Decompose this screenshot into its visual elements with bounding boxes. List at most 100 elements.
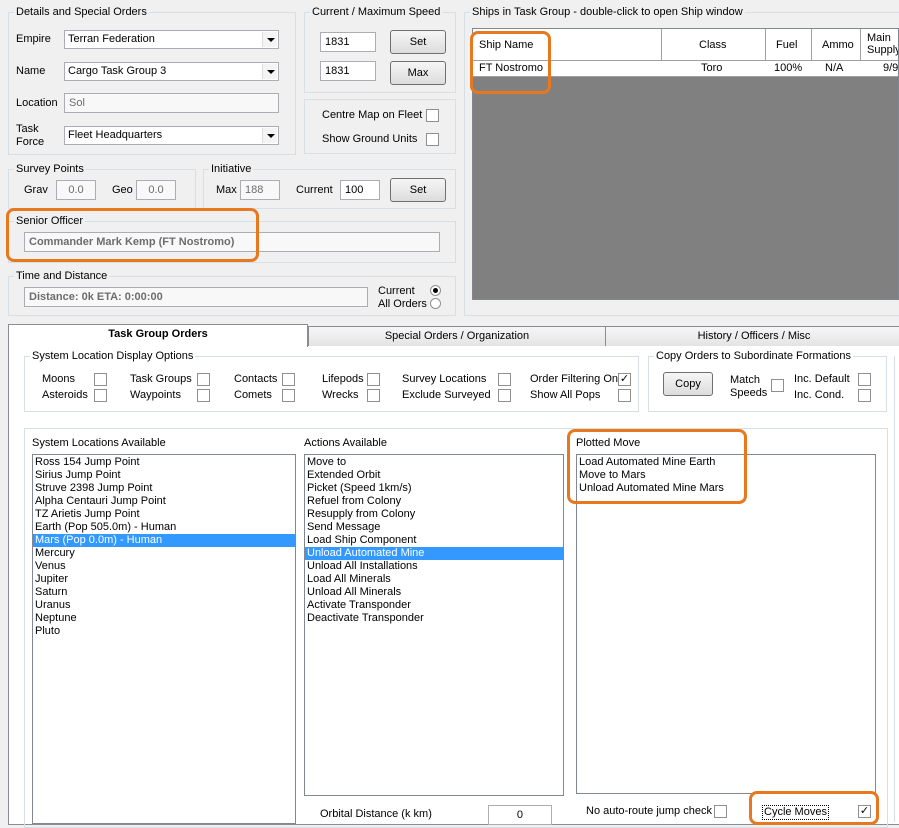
lifepods-checkbox[interactable] <box>367 373 380 386</box>
name-select[interactable]: Cargo Task Group 3 <box>64 62 279 81</box>
time-current-label: Current <box>378 285 415 297</box>
set-speed-button[interactable]: Set <box>390 30 446 54</box>
senior-officer-field[interactable]: Commander Mark Kemp (FT Nostromo) <box>24 232 440 252</box>
plotted-item[interactable]: Unload Automated Mine Mars <box>577 482 875 495</box>
locations-title: System Locations Available <box>32 437 166 449</box>
survey-locations-checkbox[interactable] <box>498 373 511 386</box>
action-item[interactable]: Activate Transponder <box>305 599 563 612</box>
tab-task-group-orders[interactable]: Task Group Orders <box>8 324 308 347</box>
location-item[interactable]: Venus <box>33 560 295 573</box>
actions-list[interactable]: Move to Extended Orbit Picket (Speed 1km… <box>304 454 564 796</box>
no-autoroute-label: No auto-route jump check <box>586 805 712 817</box>
inc-default-checkbox[interactable] <box>858 373 871 386</box>
asteroids-label: Asteroids <box>42 389 88 401</box>
plotted-item[interactable]: Move to Mars <box>577 469 875 482</box>
chevron-down-icon[interactable] <box>262 128 277 143</box>
location-item[interactable]: Saturn <box>33 586 295 599</box>
location-item[interactable]: Mercury <box>33 547 295 560</box>
location-item[interactable]: Uranus <box>33 599 295 612</box>
wrecks-label: Wrecks <box>322 389 359 401</box>
time-all-orders-radio[interactable] <box>430 298 441 309</box>
distance-eta-field: Distance: 0k ETA: 0:00:00 <box>24 287 368 307</box>
asteroids-checkbox[interactable] <box>94 389 107 402</box>
initiative-current-input[interactable]: 100 <box>340 180 380 200</box>
copy-button[interactable]: Copy <box>663 372 713 396</box>
chevron-down-icon[interactable] <box>262 64 277 79</box>
comets-checkbox[interactable] <box>282 389 295 402</box>
initiative-group-title: Initiative <box>209 163 254 175</box>
waypoints-checkbox[interactable] <box>197 389 210 402</box>
action-item[interactable]: Load All Minerals <box>305 573 563 586</box>
action-item[interactable]: Refuel from Colony <box>305 495 563 508</box>
ships-group-title: Ships in Task Group - double-click to op… <box>470 6 745 18</box>
exclude-surveyed-label: Exclude Surveyed <box>402 389 491 401</box>
location-item[interactable]: Jupiter <box>33 573 295 586</box>
contacts-label: Contacts <box>234 373 278 385</box>
location-item[interactable]: Struve 2398 Jump Point <box>33 482 295 495</box>
location-field[interactable]: Sol <box>64 93 279 113</box>
location-item[interactable]: Sirius Jump Point <box>33 469 295 482</box>
plotted-list[interactable]: Load Automated Mine Earth Move to Mars U… <box>576 454 876 794</box>
order-filtering-label: Order Filtering On <box>530 373 619 385</box>
location-item[interactable]: Earth (Pop 505.0m) - Human <box>33 521 295 534</box>
tab-history-officers[interactable]: History / Officers / Misc <box>605 326 899 346</box>
location-item[interactable]: TZ Arietis Jump Point <box>33 508 295 521</box>
task-groups-checkbox[interactable] <box>197 373 210 386</box>
action-item[interactable]: Move to <box>305 456 563 469</box>
contacts-checkbox[interactable] <box>282 373 295 386</box>
wrecks-checkbox[interactable] <box>367 389 380 402</box>
col-ship-name[interactable]: Ship Name <box>479 39 533 52</box>
max-speed-button[interactable]: Max <box>390 61 446 85</box>
location-item[interactable]: Ross 154 Jump Point <box>33 456 295 469</box>
moons-checkbox[interactable] <box>94 373 107 386</box>
col-fuel[interactable]: Fuel <box>776 39 797 52</box>
initiative-set-button[interactable]: Set <box>390 178 446 202</box>
action-item-selected[interactable]: Unload Automated Mine <box>305 547 563 560</box>
order-filtering-checkbox[interactable]: ✓ <box>618 373 631 386</box>
plotted-item[interactable]: Load Automated Mine Earth <box>577 456 875 469</box>
location-item[interactable]: Pluto <box>33 625 295 638</box>
tab-special-orders[interactable]: Special Orders / Organization <box>308 326 606 346</box>
action-item[interactable]: Unload All Installations <box>305 560 563 573</box>
ship-row[interactable]: FT Nostromo Toro 100% N/A 9/9 <box>473 61 898 77</box>
show-ground-checkbox[interactable] <box>426 133 439 146</box>
chevron-down-icon[interactable] <box>262 32 277 47</box>
ships-grid[interactable]: Ship Name Class Fuel Ammo Main Supply FT… <box>472 28 899 300</box>
current-speed-input[interactable]: 1831 <box>320 32 376 52</box>
location-item-selected[interactable]: Mars (Pop 0.0m) - Human <box>33 534 295 547</box>
exclude-surveyed-checkbox[interactable] <box>498 389 511 402</box>
empire-select[interactable]: Terran Federation <box>64 30 279 49</box>
action-item[interactable]: Resupply from Colony <box>305 508 563 521</box>
locations-list[interactable]: Ross 154 Jump Point Sirius Jump Point St… <box>32 454 296 824</box>
task-groups-label: Task Groups <box>130 373 192 385</box>
centre-map-checkbox[interactable] <box>426 109 439 122</box>
inc-cond-checkbox[interactable] <box>858 389 871 402</box>
centre-map-label: Centre Map on Fleet <box>322 109 423 121</box>
orbital-distance-input[interactable]: 0 <box>488 805 552 825</box>
show-all-pops-label: Show All Pops <box>530 389 601 401</box>
cycle-moves-checkbox[interactable]: ✓ <box>858 805 871 818</box>
match-speeds-label-1: Match <box>730 374 760 386</box>
action-item[interactable]: Deactivate Transponder <box>305 612 563 625</box>
show-all-pops-checkbox[interactable] <box>618 389 631 402</box>
col-ammo[interactable]: Ammo <box>822 39 854 52</box>
col-class[interactable]: Class <box>699 39 727 52</box>
location-item[interactable]: Alpha Centauri Jump Point <box>33 495 295 508</box>
action-item[interactable]: Load Ship Component <box>305 534 563 547</box>
details-group-title: Details and Special Orders <box>14 6 149 18</box>
action-item[interactable]: Extended Orbit <box>305 469 563 482</box>
action-item[interactable]: Picket (Speed 1km/s) <box>305 482 563 495</box>
action-item[interactable]: Send Message <box>305 521 563 534</box>
match-speeds-checkbox[interactable] <box>771 379 784 392</box>
action-item[interactable]: Unload All Minerals <box>305 586 563 599</box>
max-speed-input[interactable]: 1831 <box>320 61 376 81</box>
time-current-radio[interactable] <box>430 285 441 296</box>
plotted-title: Plotted Move <box>576 437 641 449</box>
right-edge-panel <box>894 356 899 822</box>
location-item[interactable]: Neptune <box>33 612 295 625</box>
col-main-supply[interactable]: Main Supply <box>867 32 898 56</box>
time-distance-title: Time and Distance <box>14 270 110 282</box>
no-autoroute-checkbox[interactable] <box>714 805 727 818</box>
location-label: Location <box>16 97 58 109</box>
taskforce-select[interactable]: Fleet Headquarters <box>64 126 279 145</box>
